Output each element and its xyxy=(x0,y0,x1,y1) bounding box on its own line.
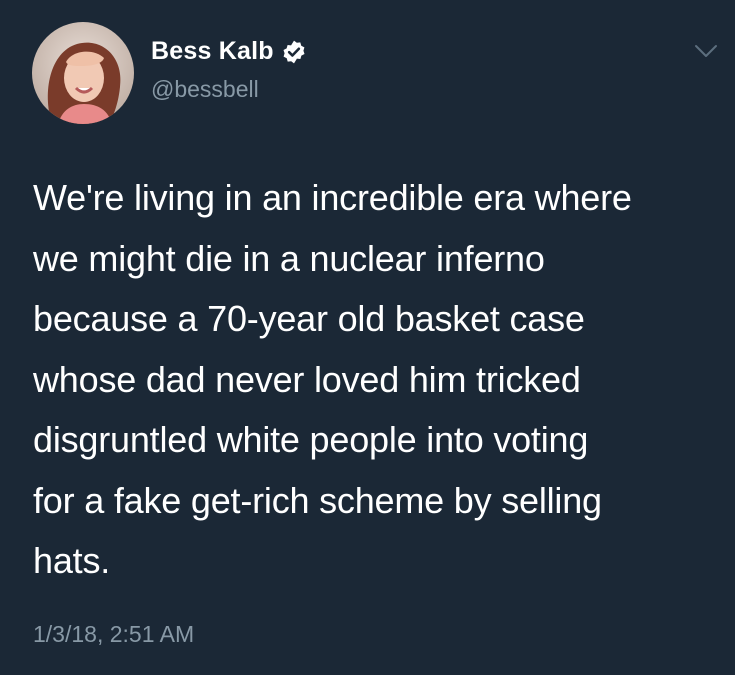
verified-badge-icon xyxy=(281,39,307,65)
tweet-text-line: for a fake get-rich scheme by selling xyxy=(33,479,602,521)
chevron-down-icon[interactable] xyxy=(694,43,718,59)
tweet-timestamp[interactable]: 1/3/18, 2:51 AM xyxy=(33,621,194,648)
avatar-photo xyxy=(32,22,134,124)
tweet-text-line: We're living in an incredible era where xyxy=(33,177,632,218)
avatar[interactable] xyxy=(32,22,134,124)
author-name-row: Bess Kalb xyxy=(151,37,307,66)
tweet-text-line: disgruntled white people into voting xyxy=(33,419,589,460)
tweet-text-line: hats. xyxy=(33,540,111,581)
display-name[interactable]: Bess Kalb xyxy=(151,37,274,66)
tweet-card: Bess Kalb @bessbell We're living in an i… xyxy=(0,0,735,675)
author-handle[interactable]: @bessbell xyxy=(151,76,259,103)
tweet-text-line: whose dad never loved him tricked xyxy=(33,358,581,400)
tweet-text-line: because a 70-year old basket case xyxy=(33,298,585,339)
tweet-text: We're living in an incredible era where … xyxy=(33,168,713,592)
tweet-text-line: we might die in a nuclear inferno xyxy=(33,237,545,279)
